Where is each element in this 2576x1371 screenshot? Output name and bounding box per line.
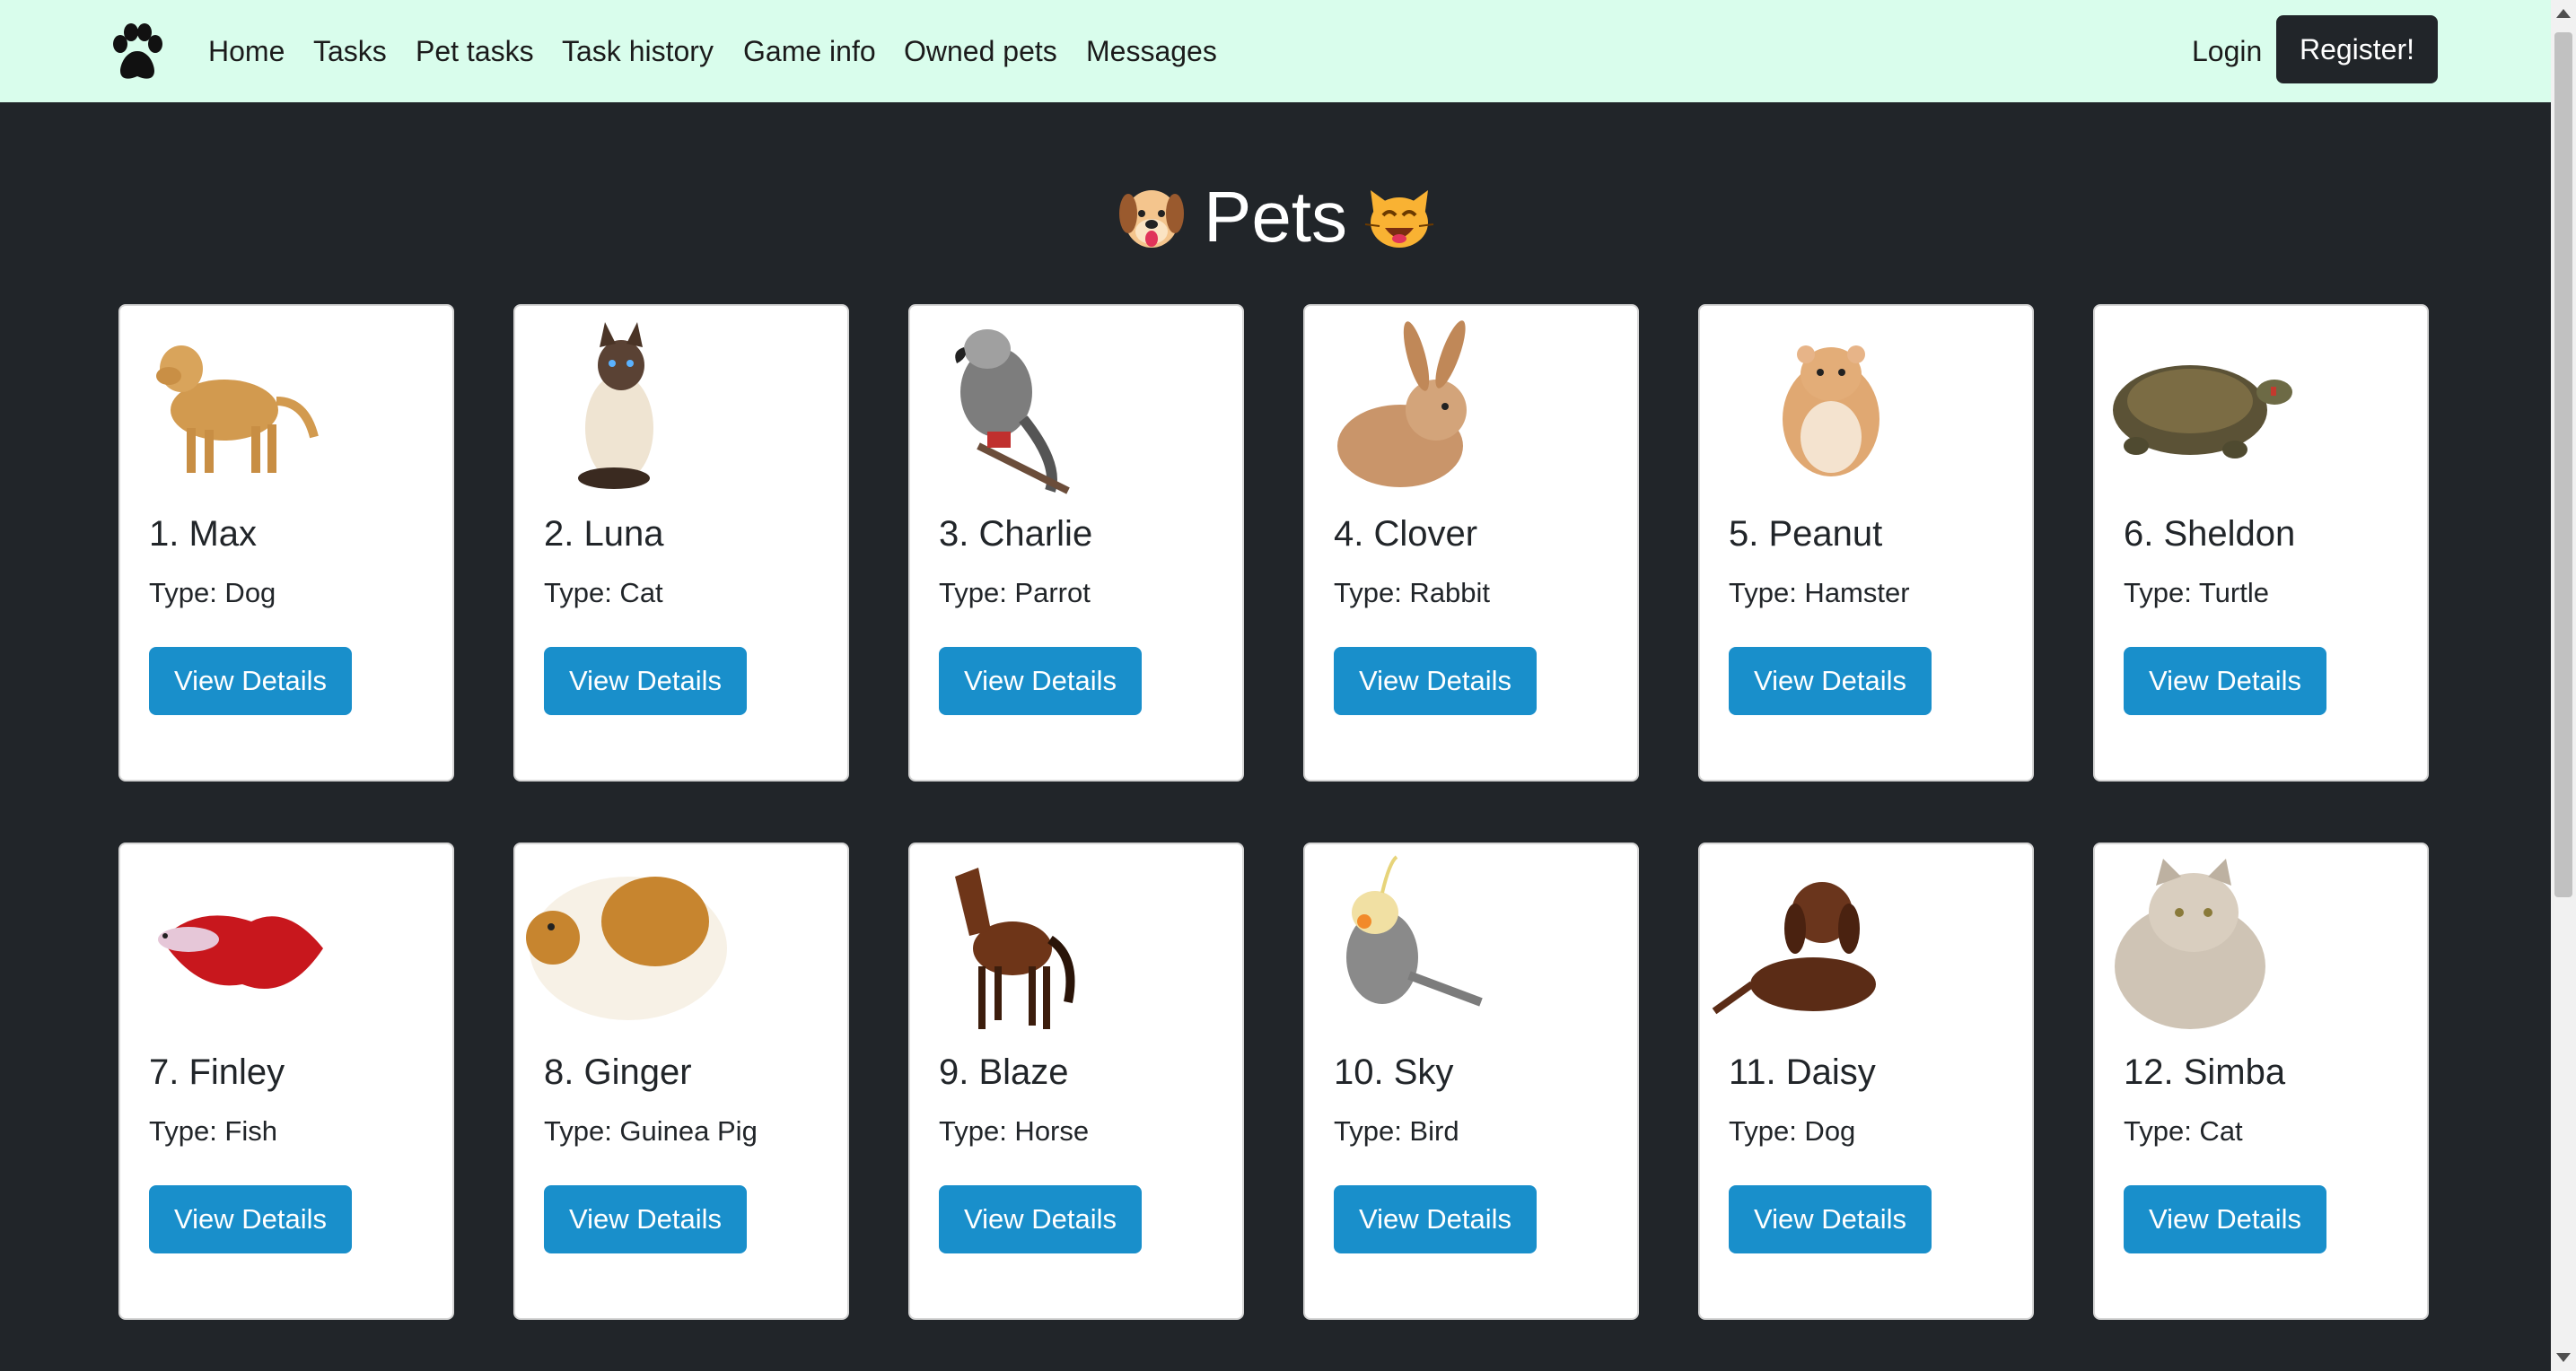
pet-name: 9. Blaze <box>939 1052 1069 1092</box>
pet-card: 9. Blaze Type: Horse View Details <box>908 843 1244 1320</box>
pet-type: Type: Rabbit <box>1334 577 1491 608</box>
pet-name: 5. Peanut <box>1729 514 1883 554</box>
pet-card: 12. Simba Type: Cat View Details <box>2093 843 2429 1320</box>
vertical-scrollbar[interactable] <box>2551 0 2576 1371</box>
pet-name: 11. Daisy <box>1729 1052 1876 1092</box>
guinea-pig-image <box>526 877 727 1020</box>
pet-card: 11. Daisy Type: Dog View Details <box>1698 843 2034 1320</box>
pet-type: Type: Hamster <box>1729 577 1910 608</box>
view-details-button[interactable]: View Details <box>1334 1185 1537 1253</box>
nav-messages-link[interactable]: Messages <box>1086 32 1217 70</box>
dog-face-icon <box>1116 181 1187 253</box>
persian-cat-image <box>2115 859 2265 1029</box>
pet-card: 10. Sky Type: Bird View Details <box>1303 843 1639 1320</box>
hamster-image <box>1783 345 1879 476</box>
scroll-up-arrow-icon[interactable] <box>2556 9 2571 18</box>
pet-name: 8. Ginger <box>544 1052 692 1092</box>
pet-type: Type: Dog <box>149 577 276 608</box>
golden-retriever-image <box>156 345 319 473</box>
pet-name: 6. Sheldon <box>2124 514 2296 554</box>
top-navbar: Home Tasks Pet tasks Task history Game i… <box>0 0 2551 102</box>
pet-type: Type: Guinea Pig <box>544 1115 758 1147</box>
nav-tasks-link[interactable]: Tasks <box>313 32 387 70</box>
turtle-image <box>2113 365 2292 458</box>
scroll-down-arrow-icon[interactable] <box>2556 1353 2571 1362</box>
view-details-button[interactable]: View Details <box>149 1185 352 1253</box>
view-details-button[interactable]: View Details <box>1729 1185 1932 1253</box>
cockatiel-image <box>1346 855 1483 1007</box>
pet-card: 2. Luna Type: Cat View Details <box>513 304 849 782</box>
nav-pet-tasks-link[interactable]: Pet tasks <box>416 32 534 70</box>
page-title-row: Pets <box>0 172 2551 262</box>
pet-type: Type: Dog <box>1729 1115 1856 1147</box>
pet-card: 3. Charlie Type: Parrot View Details <box>908 304 1244 782</box>
pet-type: Type: Bird <box>1334 1115 1459 1147</box>
grey-parrot-image <box>955 329 1070 494</box>
view-details-button[interactable]: View Details <box>1334 647 1537 715</box>
pet-name: 1. Max <box>149 514 258 554</box>
pet-card: 4. Clover Type: Rabbit View Details <box>1303 304 1639 782</box>
brown-rabbit-image <box>1337 320 1467 487</box>
page-title: Pets <box>1203 177 1348 257</box>
pet-type: Type: Parrot <box>939 577 1091 608</box>
cat-face-icon <box>1363 181 1435 253</box>
register-button[interactable]: Register! <box>2276 15 2438 83</box>
view-details-button[interactable]: View Details <box>149 647 352 715</box>
view-details-button[interactable]: View Details <box>939 647 1142 715</box>
pet-card: 7. Finley Type: Fish View Details <box>118 843 454 1320</box>
pet-name: 7. Finley <box>149 1052 285 1092</box>
view-details-button[interactable]: View Details <box>544 647 747 715</box>
pet-type: Type: Cat <box>2124 1115 2243 1147</box>
paw-icon[interactable] <box>110 22 165 83</box>
pet-type: Type: Cat <box>544 577 663 608</box>
pet-card: 5. Peanut Type: Hamster View Details <box>1698 304 2034 782</box>
view-details-button[interactable]: View Details <box>1729 647 1932 715</box>
dachshund-image <box>1712 882 1876 1015</box>
scrollbar-thumb[interactable] <box>2554 32 2572 897</box>
view-details-button[interactable]: View Details <box>2124 647 2326 715</box>
betta-fish-image <box>158 915 323 989</box>
view-details-button[interactable]: View Details <box>544 1185 747 1253</box>
pet-name: 12. Simba <box>2124 1052 2286 1092</box>
nav-game-info-link[interactable]: Game info <box>743 32 876 70</box>
view-details-button[interactable]: View Details <box>2124 1185 2326 1253</box>
pet-card: 6. Sheldon Type: Turtle View Details <box>2093 304 2429 782</box>
pet-name: 3. Charlie <box>939 514 1093 554</box>
view-details-button[interactable]: View Details <box>939 1185 1142 1253</box>
pet-name: 10. Sky <box>1334 1052 1454 1092</box>
pet-name: 2. Luna <box>544 514 664 554</box>
pet-card: 8. Ginger Type: Guinea Pig View Details <box>513 843 849 1320</box>
nav-task-history-link[interactable]: Task history <box>562 32 714 70</box>
nav-home-link[interactable]: Home <box>208 32 285 70</box>
pet-name: 4. Clover <box>1334 514 1478 554</box>
pet-type: Type: Turtle <box>2124 577 2269 608</box>
brown-horse-image <box>955 868 1075 1029</box>
pet-type: Type: Fish <box>149 1115 277 1147</box>
pet-type: Type: Horse <box>939 1115 1090 1147</box>
pet-card: 1. Max Type: Dog View Details <box>118 304 454 782</box>
siamese-cat-image <box>578 322 653 489</box>
nav-owned-pets-link[interactable]: Owned pets <box>904 32 1057 70</box>
login-link[interactable]: Login <box>2192 32 2262 70</box>
